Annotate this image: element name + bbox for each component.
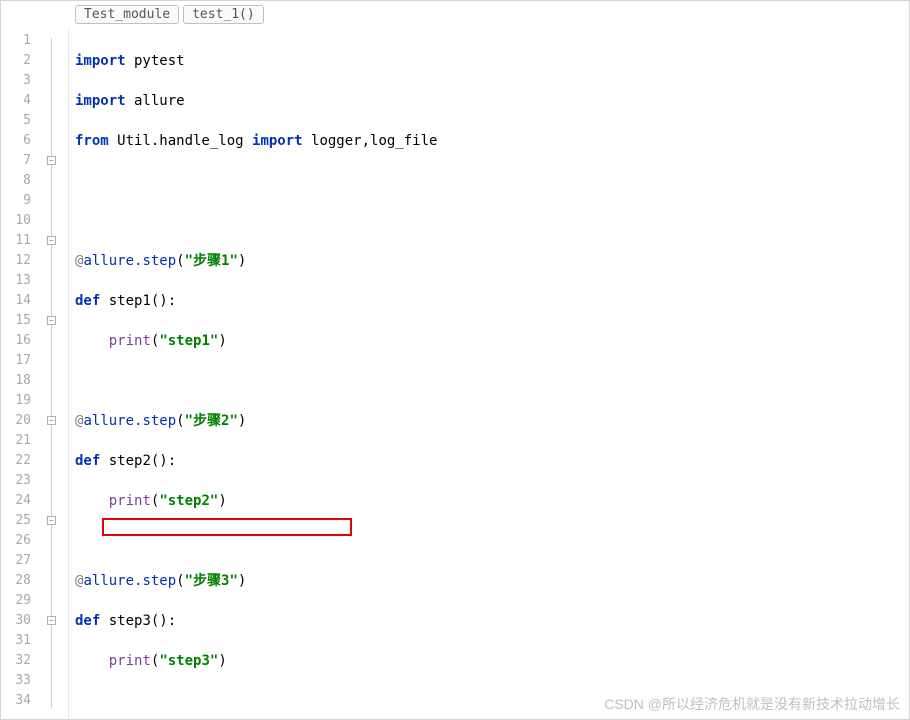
breadcrumb-class[interactable]: Test_module (75, 5, 179, 24)
line-number: 23 (1, 471, 31, 491)
line-number: 33 (1, 671, 31, 691)
line-number: 21 (1, 431, 31, 451)
code-line: def step2(): (75, 451, 909, 471)
line-number: 24 (1, 491, 31, 511)
line-number: 2 (1, 51, 31, 71)
fold-icon[interactable]: − (47, 416, 56, 425)
line-number: 15 (1, 311, 31, 331)
code-line: @allure.step("步骤2") (75, 411, 909, 431)
watermark-text: CSDN @所以经济危机就是没有新技术拉动增长 (604, 694, 900, 714)
code-line: print("step3") (75, 651, 909, 671)
line-number: 18 (1, 371, 31, 391)
code-line: @allure.step("步骤1") (75, 251, 909, 271)
line-number: 8 (1, 171, 31, 191)
line-number: 31 (1, 631, 31, 651)
line-number: 29 (1, 591, 31, 611)
line-number: 25 (1, 511, 31, 531)
code-line: def step3(): (75, 611, 909, 631)
fold-icon[interactable]: − (47, 236, 56, 245)
breadcrumb-method[interactable]: test_1() (183, 5, 264, 24)
code-line (75, 211, 909, 231)
code-line: @allure.step("步骤3") (75, 571, 909, 591)
line-number: 32 (1, 651, 31, 671)
line-number: 30 (1, 611, 31, 631)
line-number: 6 (1, 131, 31, 151)
line-number: 5 (1, 111, 31, 131)
line-number: 20 (1, 411, 31, 431)
line-number: 22 (1, 451, 31, 471)
fold-icon[interactable]: − (47, 316, 56, 325)
code-line: print("step1") (75, 331, 909, 351)
code-line (75, 171, 909, 191)
code-line: print("step2") (75, 491, 909, 511)
line-number: 34 (1, 691, 31, 711)
code-line: def step1(): (75, 291, 909, 311)
line-number: 11 (1, 231, 31, 251)
fold-icon[interactable]: − (47, 156, 56, 165)
code-line: import allure (75, 91, 909, 111)
line-number: 10 (1, 211, 31, 231)
fold-icon[interactable]: − (47, 616, 56, 625)
line-number: 16 (1, 331, 31, 351)
code-line (75, 531, 909, 551)
line-number: 17 (1, 351, 31, 371)
line-number: 14 (1, 291, 31, 311)
line-number-gutter: 1 2 3 4 5 6 7 8 9 10 11 12 13 14 15 16 1… (1, 28, 41, 719)
line-number: 7 (1, 151, 31, 171)
line-number: 12 (1, 251, 31, 271)
line-number: 27 (1, 551, 31, 571)
code-line (75, 371, 909, 391)
line-number: 19 (1, 391, 31, 411)
fold-gutter: − − − − − − (41, 28, 69, 719)
line-number: 9 (1, 191, 31, 211)
line-number: 4 (1, 91, 31, 111)
line-number: 28 (1, 571, 31, 591)
line-number: 26 (1, 531, 31, 551)
line-number: 13 (1, 271, 31, 291)
line-number: 1 (1, 31, 31, 51)
code-line: from Util.handle_log import logger,log_f… (75, 131, 909, 151)
line-number: 3 (1, 71, 31, 91)
breadcrumb-bar: Test_module test_1() (1, 1, 909, 28)
code-area[interactable]: 1 2 3 4 5 6 7 8 9 10 11 12 13 14 15 16 1… (1, 28, 909, 719)
code-line: import pytest (75, 51, 909, 71)
fold-icon[interactable]: − (47, 516, 56, 525)
code-content[interactable]: import pytest import allure from Util.ha… (69, 28, 909, 719)
code-editor: Test_module test_1() 1 2 3 4 5 6 7 8 9 1… (0, 0, 910, 720)
